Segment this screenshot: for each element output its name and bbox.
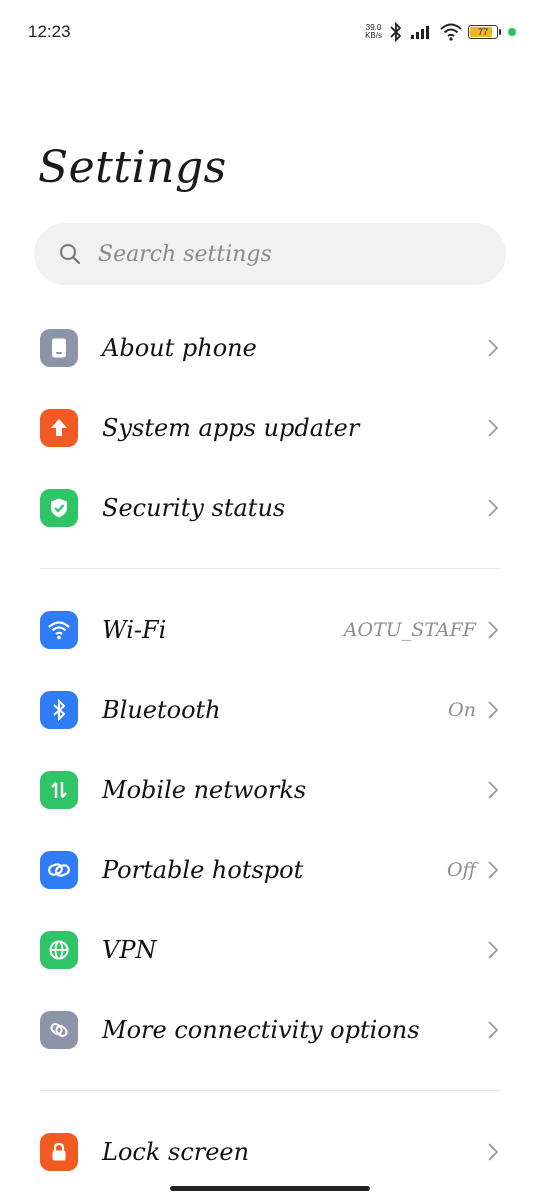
settings-item-security-status[interactable]: Security status [0,468,540,548]
search-icon [60,244,81,265]
settings-list: About phone System apps updater Security… [0,308,540,1192]
section-divider [40,1090,500,1091]
hotspot-link-icon [40,851,78,889]
signal-icon [411,26,429,39]
wifi-status-icon [440,23,462,41]
section-divider [40,568,500,569]
shield-check-icon [40,489,78,527]
arrow-up-icon [40,409,78,447]
status-icons: 39.0 KB/s 77 [365,20,516,44]
chevron-right-icon [488,339,499,357]
chevron-right-icon [488,621,499,639]
settings-item-label: Portable hotspot [102,856,304,884]
chevron-right-icon [488,781,499,799]
settings-item-label: About phone [102,334,257,362]
network-speed: 39.0 KB/s [365,24,382,40]
lock-icon [40,1133,78,1171]
chevron-right-icon [488,701,499,719]
settings-item-label: More connectivity options [102,1016,420,1044]
chevron-right-icon [488,499,499,517]
status-bar: 12:23 39.0 KB/s 77 [0,0,540,64]
settings-item-bluetooth[interactable]: Bluetooth On [0,670,540,750]
connectivity-icon [40,1011,78,1049]
settings-item-system-apps-updater[interactable]: System apps updater [0,388,540,468]
settings-item-lock-screen[interactable]: Lock screen [0,1112,540,1192]
settings-item-label: System apps updater [102,414,360,442]
settings-item-value: AOTU_STAFF [343,619,476,641]
bluetooth-status-icon [390,22,402,42]
settings-item-wifi[interactable]: Wi-Fi AOTU_STAFF [0,590,540,670]
settings-item-label: Bluetooth [102,696,221,724]
settings-item-value: On [448,699,476,721]
chevron-right-icon [488,941,499,959]
chevron-right-icon [488,419,499,437]
chevron-right-icon [488,861,499,879]
page-title: Settings [38,142,227,193]
home-indicator[interactable] [170,1186,370,1191]
settings-item-about-phone[interactable]: About phone [0,308,540,388]
settings-item-portable-hotspot[interactable]: Portable hotspot Off [0,830,540,910]
search-input[interactable] [96,240,480,268]
settings-item-label: Mobile networks [102,776,307,804]
settings-item-label: Wi-Fi [102,616,167,644]
settings-item-value: Off [446,859,476,881]
mobile-data-icon [40,771,78,809]
globe-icon [40,931,78,969]
battery-level: 77 [477,27,488,37]
search-bar[interactable] [34,223,506,285]
settings-item-mobile-networks[interactable]: Mobile networks [0,750,540,830]
settings-item-label: Security status [102,494,286,522]
chevron-right-icon [488,1021,499,1039]
phone-icon [40,329,78,367]
wifi-icon [40,611,78,649]
settings-item-label: VPN [102,936,157,964]
settings-item-vpn[interactable]: VPN [0,910,540,990]
network-speed-unit: KB/s [365,31,382,40]
settings-item-more-connectivity-options[interactable]: More connectivity options [0,990,540,1070]
privacy-indicator-dot [508,28,516,36]
bluetooth-icon [40,691,78,729]
status-time: 12:23 [28,22,71,41]
chevron-right-icon [488,1143,499,1161]
settings-item-label: Lock screen [102,1138,250,1166]
battery-icon: 77 [468,25,501,39]
